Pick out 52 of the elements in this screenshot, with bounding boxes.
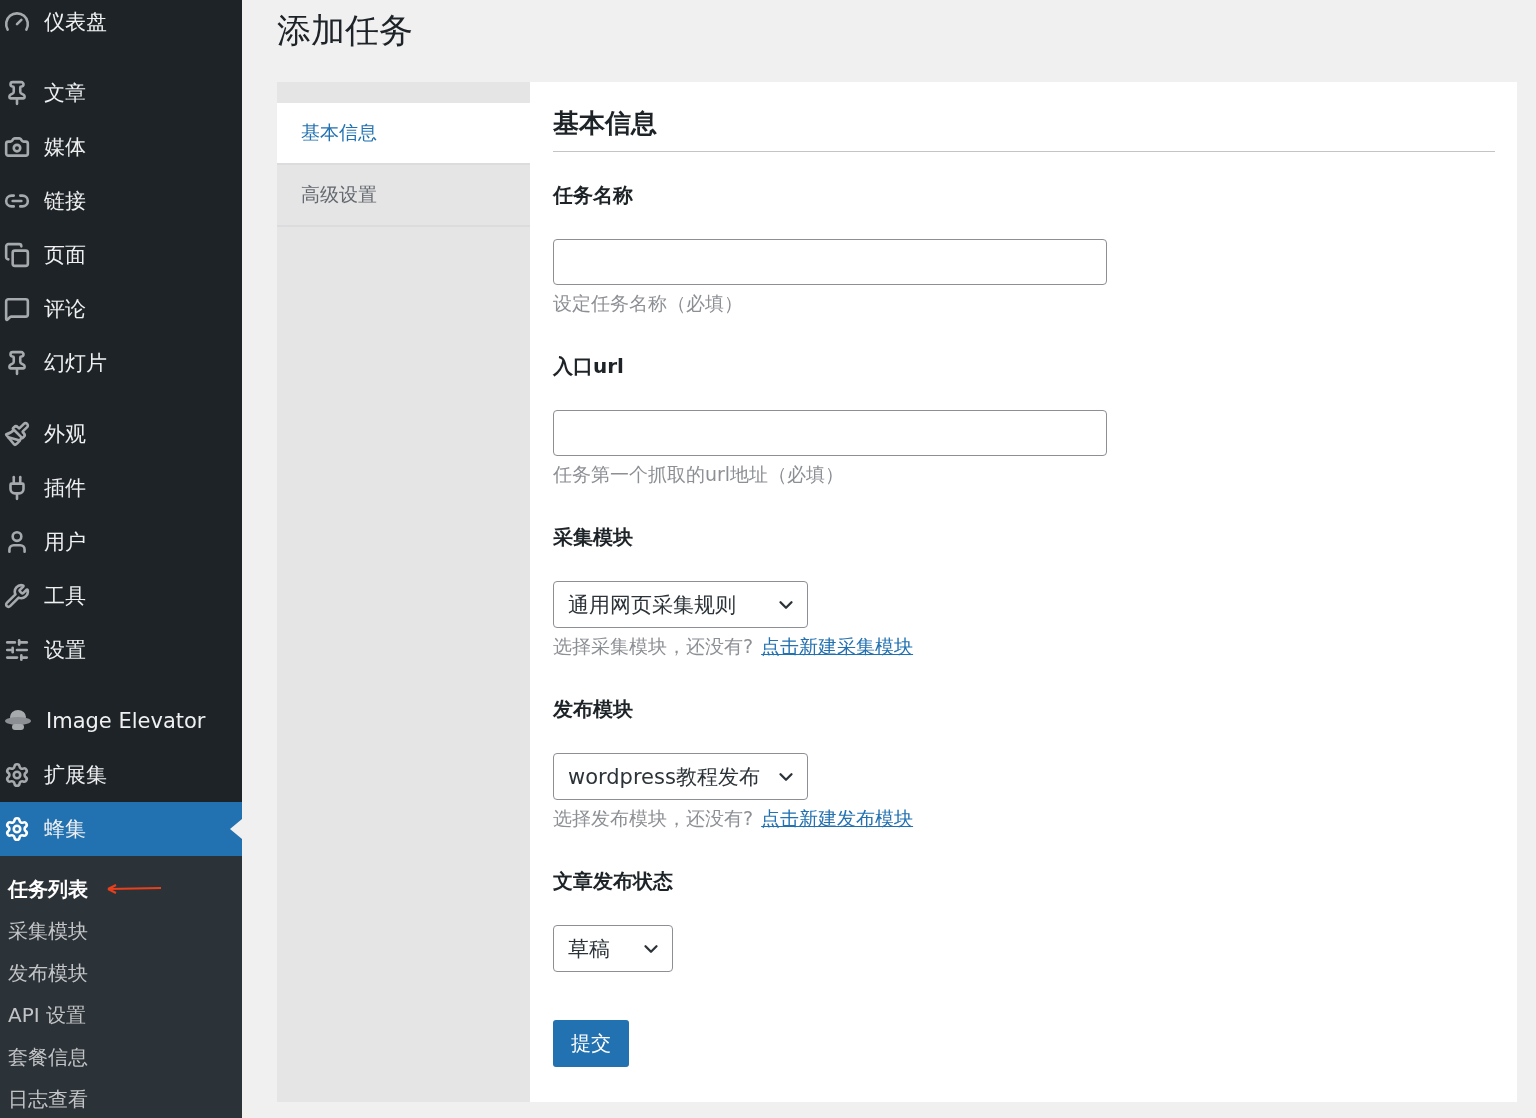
field-label: 发布模块	[553, 696, 634, 723]
input-field[interactable]	[553, 239, 1107, 285]
menu-item[interactable]: 工具	[0, 569, 242, 623]
menu-item[interactable]: 仪表盘	[0, 0, 242, 49]
tab[interactable]: 基本信息	[277, 103, 530, 165]
settings-icon	[4, 762, 30, 788]
wrench-icon	[4, 583, 30, 609]
menu-item[interactable]: 评论	[0, 282, 242, 336]
help-text: 任务第一个抓取的url地址（必填）	[553, 462, 845, 487]
menu-item[interactable]: 媒体	[0, 120, 242, 174]
submenu-item[interactable]: 采集模块	[0, 910, 242, 952]
submenu-item[interactable]: 日志查看	[0, 1078, 242, 1118]
field-label: 任务名称	[553, 182, 634, 209]
sliders-icon	[4, 637, 30, 663]
field-label: 入口url	[553, 353, 625, 380]
select-field[interactable]: 草稿	[553, 925, 673, 972]
page-title: 添加任务	[277, 9, 414, 52]
menu-item[interactable]: 链接	[0, 174, 242, 228]
help-text: 选择采集模块，还没有?	[553, 634, 754, 659]
arrow-icon	[106, 884, 162, 894]
select-field[interactable]: wordpress教程发布	[553, 753, 808, 800]
menu-item[interactable]: 用户	[0, 515, 242, 569]
paintbrush-icon	[4, 421, 30, 447]
menu-item[interactable]: 文章	[0, 66, 242, 120]
help-text: 选择发布模块，还没有?	[553, 806, 754, 831]
input-field[interactable]	[553, 410, 1107, 456]
menu-item[interactable]: 设置	[0, 623, 242, 677]
menu-item[interactable]: 外观	[0, 407, 242, 461]
section-title: 基本信息	[553, 106, 1495, 152]
tab[interactable]: 高级设置	[277, 165, 530, 227]
menu-item[interactable]: Image Elevator	[0, 694, 242, 748]
submenu-item[interactable]: 套餐信息	[0, 1036, 242, 1078]
current-pointer	[230, 819, 242, 839]
camera-icon	[4, 134, 30, 160]
menu-item[interactable]: 蜂集	[0, 802, 242, 856]
settings-icon	[4, 816, 30, 842]
submenu-item[interactable]: 任务列表	[0, 868, 242, 910]
create-link[interactable]: 点击新建采集模块	[761, 634, 914, 660]
submit-button[interactable]: 提交	[553, 1020, 629, 1067]
field-label: 文章发布状态	[553, 868, 674, 895]
submenu-item[interactable]: API 设置	[0, 994, 242, 1036]
pages-icon	[4, 242, 30, 268]
create-link[interactable]: 点击新建发布模块	[761, 806, 914, 832]
menu-item[interactable]: 幻灯片	[0, 336, 242, 390]
submenu-item[interactable]: 发布模块	[0, 952, 242, 994]
comment-icon	[4, 296, 30, 322]
menu-item[interactable]: 插件	[0, 461, 242, 515]
select-field[interactable]: 通用网页采集规则	[553, 581, 808, 628]
help-text: 设定任务名称（必填）	[553, 291, 743, 316]
field-label: 采集模块	[553, 524, 634, 551]
menu-item[interactable]: 页面	[0, 228, 242, 282]
menu-item[interactable]: 扩展集	[0, 748, 242, 802]
